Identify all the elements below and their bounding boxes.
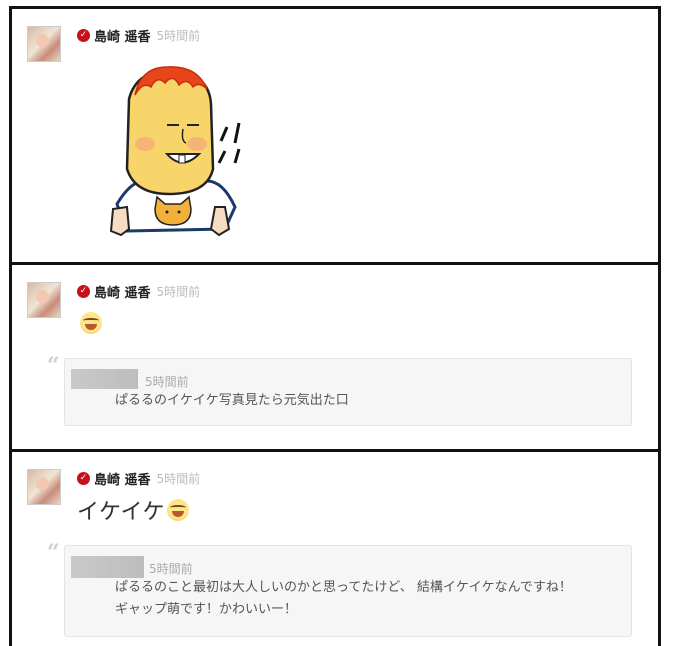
sticker-image <box>109 66 241 237</box>
author-name[interactable]: 島崎 遥香 <box>94 469 151 488</box>
post-header: ✓ 島崎 遥香 5時間前 <box>77 26 201 45</box>
verified-badge-icon: ✓ <box>77 284 90 298</box>
post-card: ✓ 島崎 遥香 5時間前 イケイケ “ 5時間前 ぱるるのこと最初は大人しいのか… <box>9 449 661 646</box>
quoted-text: ぱるるのイケイケ写真見たら元気出た口 <box>115 393 349 408</box>
timestamp: 5時間前 <box>156 28 201 43</box>
post-body <box>80 312 102 334</box>
post-card: ✓ 島崎 遥香 5時間前 <box>9 6 661 265</box>
quoted-timestamp: 5時間前 <box>149 562 193 576</box>
timestamp: 5時間前 <box>156 471 201 486</box>
post-header: ✓ 島崎 遥香 5時間前 <box>77 469 201 488</box>
avatar[interactable] <box>27 26 61 62</box>
quoted-user-avatar <box>71 556 144 578</box>
post-text: イケイケ <box>77 500 165 525</box>
author-name[interactable]: 島崎 遥香 <box>94 26 151 45</box>
author-name[interactable]: 島崎 遥香 <box>94 282 151 301</box>
avatar[interactable] <box>27 282 61 318</box>
avatar[interactable] <box>27 469 61 505</box>
timestamp: 5時間前 <box>156 284 201 299</box>
laughing-tears-emoji-icon <box>166 499 189 521</box>
post-body: イケイケ <box>77 494 189 526</box>
verified-badge-icon: ✓ <box>77 28 90 42</box>
verified-badge-icon: ✓ <box>77 471 90 485</box>
quote-mark-icon: “ <box>47 540 60 566</box>
quoted-user-avatar <box>71 369 138 389</box>
post-header: ✓ 島崎 遥香 5時間前 <box>77 282 201 301</box>
post-card: ✓ 島崎 遥香 5時間前 “ 5時間前 ぱるるのイケイケ写真見たら元気出た口 <box>9 262 661 452</box>
quoted-timestamp: 5時間前 <box>145 375 189 389</box>
quoted-text-line-1: ぱるるのこと最初は大人しいのかと思ってたけど、 結構イケイケなんですね！ <box>115 580 572 595</box>
laughing-tears-emoji-icon <box>80 312 102 334</box>
quoted-comment[interactable]: 5時間前 ぱるるのイケイケ写真見たら元気出た口 <box>64 358 632 426</box>
quoted-text-line-2: ギャップ萌です！かわいいー！ <box>115 602 298 617</box>
quote-mark-icon: “ <box>47 353 60 379</box>
quoted-comment[interactable]: 5時間前 ぱるるのこと最初は大人しいのかと思ってたけど、 結構イケイケなんですね… <box>64 545 632 637</box>
